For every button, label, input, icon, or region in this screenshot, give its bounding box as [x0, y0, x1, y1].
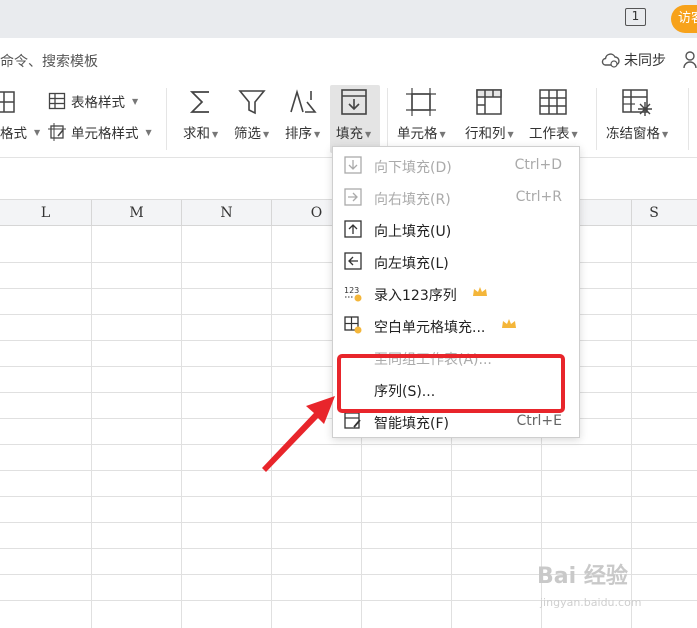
blank-cell-fill-icon — [344, 316, 362, 334]
ribbon-divider — [596, 88, 597, 150]
menu-item-fill-right[interactable]: 向右填充(R) Ctrl+R — [333, 181, 579, 213]
chevron-down-icon: ▼ — [439, 129, 446, 139]
smart-fill-icon — [344, 412, 361, 429]
sync-label: 未同步 — [624, 53, 666, 69]
sort-button[interactable]: 排序 ▼ — [285, 88, 320, 142]
chevron-down-icon: ▼ — [314, 129, 321, 139]
fill-down-icon — [340, 89, 367, 115]
fill-up-icon — [344, 220, 362, 238]
column-header[interactable]: S — [632, 200, 697, 226]
title-bar: 1 访客 — [0, 0, 697, 38]
fill-button[interactable]: 填充 ▼ — [336, 88, 371, 142]
grid-line — [271, 226, 272, 628]
column-header[interactable]: L — [0, 200, 92, 226]
table-grid-icon — [0, 91, 15, 113]
chevron-down-icon: ▼ — [263, 129, 270, 139]
user-icon[interactable] — [683, 51, 697, 69]
column-header[interactable]: M — [92, 200, 182, 226]
chevron-down-icon: ▼ — [212, 129, 219, 139]
visitor-button[interactable]: 访客 — [671, 5, 697, 33]
row-column-button[interactable]: 行和列 ▼ — [465, 88, 514, 142]
freeze-panes-button[interactable]: 冻结窗格 ▼ — [606, 88, 668, 142]
grid-line — [0, 470, 697, 471]
worksheet-icon — [539, 89, 568, 115]
grid-line — [631, 226, 632, 628]
crown-icon — [502, 319, 516, 328]
annotation-highlight-box — [337, 354, 565, 413]
menu-item-fill-left[interactable]: 向左填充(L) — [333, 245, 579, 277]
number-series-icon: 123 — [344, 286, 362, 302]
fill-right-icon — [344, 188, 362, 206]
menu-item-input-123-series[interactable]: 123 录入123序列 — [333, 277, 579, 309]
command-search-input[interactable]: 命令、搜索模板 — [0, 51, 98, 71]
chevron-down-icon: ▼ — [507, 129, 514, 139]
cell-button[interactable]: 单元格 ▼ — [397, 88, 446, 142]
freeze-panes-icon — [622, 89, 653, 116]
menu-item-fill-down[interactable]: 向下填充(D) Ctrl+D — [333, 149, 579, 181]
sync-status[interactable]: 未同步 — [600, 50, 666, 70]
chevron-down-icon: ▼ — [365, 129, 372, 139]
fill-down-icon — [344, 156, 362, 174]
sigma-icon — [189, 91, 209, 113]
chevron-down-icon: ▼ — [132, 96, 139, 106]
cloud-sync-icon — [601, 53, 620, 68]
sum-button[interactable]: 求和 ▼ — [183, 88, 218, 142]
cell-style-icon — [48, 123, 66, 141]
fill-left-icon — [344, 252, 362, 270]
grid-line — [181, 226, 182, 628]
funnel-icon — [237, 90, 266, 115]
format-style-button[interactable]: 格式 ▼ — [0, 122, 40, 142]
sort-icon — [289, 89, 317, 113]
svg-text:123: 123 — [344, 286, 359, 295]
filter-button[interactable]: 筛选 ▼ — [234, 88, 269, 142]
baidu-watermark: Bai 经验 — [537, 564, 628, 589]
chevron-down-icon: ▼ — [145, 127, 152, 137]
ribbon-divider — [387, 88, 388, 150]
grid-line — [0, 522, 697, 523]
worksheet-button[interactable]: 工作表 ▼ — [529, 88, 578, 142]
chevron-down-icon: ▼ — [662, 129, 669, 139]
crown-icon — [473, 287, 487, 296]
chevron-down-icon: ▼ — [34, 127, 41, 137]
table-style-button[interactable]: 表格样式 ▼ — [48, 91, 138, 111]
grid-line — [0, 444, 697, 445]
row-column-icon — [476, 89, 503, 115]
ribbon-divider — [688, 88, 689, 150]
grid-line — [0, 548, 697, 549]
menu-item-fill-up[interactable]: 向上填充(U) — [333, 213, 579, 245]
grid-line — [0, 496, 697, 497]
chevron-down-icon: ▼ — [571, 129, 578, 139]
grid-line — [91, 226, 92, 628]
cell-icon — [406, 88, 437, 116]
menu-item-blank-cell-fill[interactable]: 空白单元格填充... — [333, 309, 579, 341]
cell-style-button[interactable]: 单元格样式 ▼ — [48, 122, 152, 142]
ribbon-divider — [166, 88, 167, 150]
table-style-icon — [48, 92, 66, 110]
baidu-watermark-url: jingyan.baidu.com — [540, 596, 642, 609]
column-header[interactable]: N — [182, 200, 272, 226]
window-count-badge[interactable]: 1 — [625, 8, 646, 26]
command-bar: 命令、搜索模板 未同步 — [0, 38, 697, 82]
